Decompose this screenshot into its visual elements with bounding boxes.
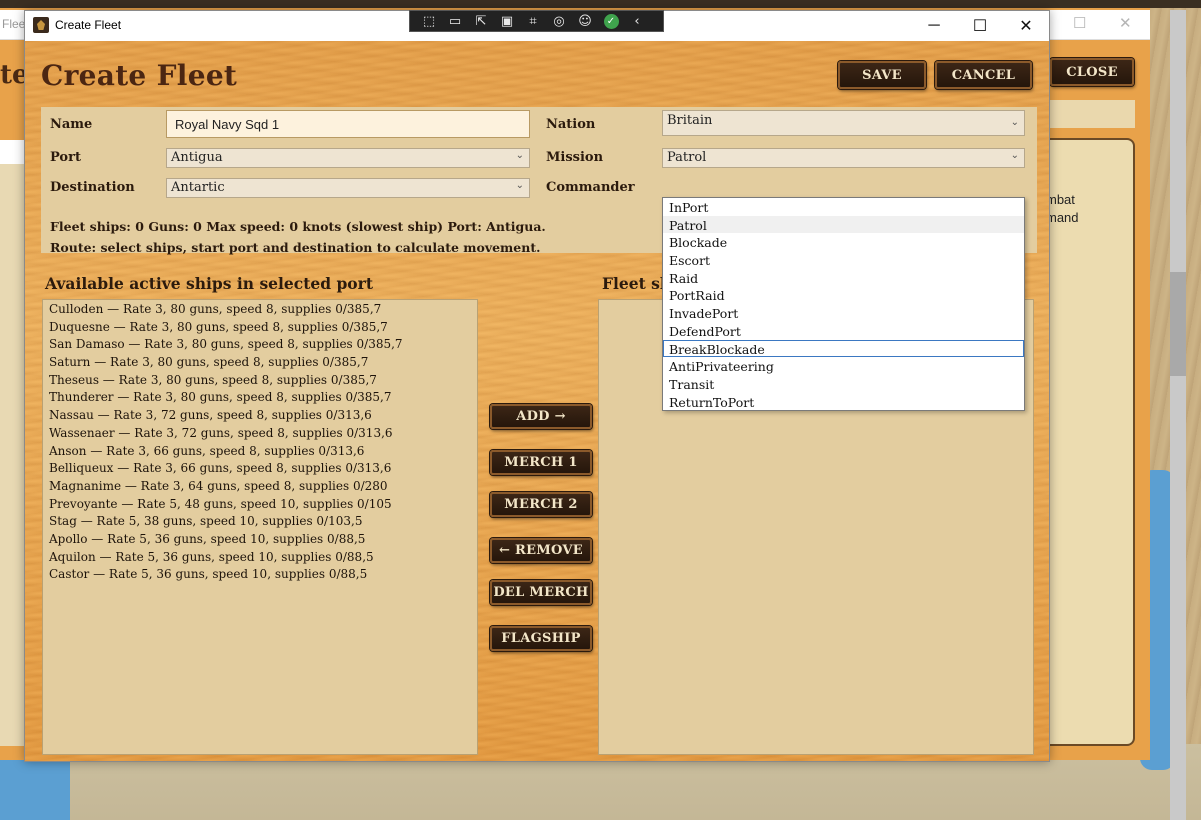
ship-row[interactable]: Wassenaer — Rate 3, 72 guns, speed 8, su… [43, 425, 477, 443]
mission-option-escort[interactable]: Escort [663, 251, 1024, 269]
page-title: Create Fleet [41, 59, 238, 92]
recording-toolbar: ⬚ ▭ ⇱ ▣ ⌗ ◎ ☺ ✓ ‹ [409, 10, 664, 32]
background-left-row [0, 140, 25, 164]
mission-option-patrol[interactable]: Patrol [663, 215, 1024, 234]
mission-dropdown[interactable]: InPort Patrol Blockade Escort Raid PortRaid In… [662, 197, 1025, 411]
mission-option-raid[interactable]: Raid [663, 269, 1024, 287]
ship-row[interactable]: Castor — Rate 5, 36 guns, speed 10, supp… [43, 566, 477, 584]
name-input[interactable]: Royal Navy Sqd 1 [166, 110, 530, 138]
ship-row[interactable]: Anson — Rate 3, 66 guns, speed 8, suppli… [43, 443, 477, 461]
ship-row[interactable]: Belliqueux — Rate 3, 66 guns, speed 8, s… [43, 460, 477, 478]
top-strip [0, 0, 1201, 8]
maximize-button[interactable]: ☐ [957, 11, 1003, 41]
ship-row[interactable]: Culloden — Rate 3, 80 guns, speed 8, sup… [43, 301, 477, 319]
nation-label: Nation [546, 117, 596, 132]
ship-row[interactable]: Duquesne — Rate 3, 80 guns, speed 8, sup… [43, 319, 477, 337]
del-merch-button[interactable]: DEL MERCH [490, 580, 592, 605]
background-bar [1040, 100, 1135, 128]
name-label: Name [50, 117, 93, 132]
chevron-down-icon: ⌄ [1010, 150, 1019, 161]
mission-select[interactable]: Patrol ⌄ [662, 148, 1025, 168]
mission-label: Mission [546, 150, 604, 165]
save-button[interactable]: SAVE [838, 61, 926, 89]
port-select[interactable]: Antigua ⌄ [166, 148, 530, 168]
route-info: Route: select ships, start port and dest… [50, 240, 541, 255]
video-icon[interactable]: ▭ [442, 11, 468, 31]
mission-value: Patrol [667, 150, 707, 165]
background-pane [1040, 138, 1135, 746]
background-maximize-icon: ☐ [1073, 15, 1087, 32]
mission-option-returntoport[interactable]: ReturnToPort [663, 393, 1024, 411]
port-label: Port [50, 150, 81, 165]
background-close-icon: ✕ [1119, 15, 1132, 32]
commander-label: Commander [546, 180, 635, 195]
mission-option-inport[interactable]: InPort [663, 198, 1024, 216]
mission-option-breakblockade[interactable]: BreakBlockade [663, 339, 1024, 358]
mission-option-invadeport[interactable]: InvadePort [663, 304, 1024, 322]
cancel-button[interactable]: CANCEL [935, 61, 1032, 89]
background-sea-left [0, 760, 70, 820]
ship-row[interactable]: San Damaso — Rate 3, 80 guns, speed 8, s… [43, 336, 477, 354]
nation-select[interactable]: Britain ⌄ [662, 110, 1025, 136]
ok-check-icon[interactable]: ✓ [598, 11, 624, 31]
ship-row[interactable]: Nassau — Rate 3, 72 guns, speed 8, suppl… [43, 407, 477, 425]
merch-1-button[interactable]: MERCH 1 [490, 450, 592, 475]
frame-icon[interactable]: ▣ [494, 11, 520, 31]
port-value: Antigua [171, 150, 223, 165]
background-pane-text: mbat [1046, 192, 1075, 207]
minimize-button[interactable]: ─ [911, 11, 957, 41]
destination-label: Destination [50, 180, 135, 195]
destination-value: Antartic [171, 180, 225, 195]
available-ships-title: Available active ships in selected port [45, 274, 373, 293]
destination-select[interactable]: Antartic ⌄ [166, 178, 530, 198]
remove-ship-button[interactable]: ← REMOVE [490, 538, 592, 563]
available-ships-rows: Culloden — Rate 3, 80 guns, speed 8, sup… [43, 300, 477, 584]
create-fleet-window: Create Fleet ─ ☐ ✕ Create Fleet SAVE CAN… [24, 10, 1050, 762]
close-icon: ✕ [1019, 18, 1033, 35]
flagship-button[interactable]: FLAGSHIP [490, 626, 592, 651]
mission-option-antiprivateering[interactable]: AntiPrivateering [663, 357, 1024, 375]
ship-row[interactable]: Magnanime — Rate 3, 64 guns, speed 8, su… [43, 478, 477, 496]
mission-option-blockade[interactable]: Blockade [663, 233, 1024, 251]
available-ships-list[interactable]: Culloden — Rate 3, 80 guns, speed 8, sup… [42, 299, 478, 755]
collapse-icon[interactable]: ‹ [624, 11, 650, 31]
mission-options: InPort Patrol Blockade Escort Raid PortRaid In… [663, 198, 1024, 410]
accessibility-icon[interactable]: ☺ [572, 11, 598, 31]
broadcast-icon[interactable]: ◎ [546, 11, 572, 31]
ship-row[interactable]: Apollo — Rate 5, 36 guns, speed 10, supp… [43, 531, 477, 549]
screen-region-icon[interactable]: ⌗ [520, 11, 546, 31]
chevron-down-icon: ⌄ [515, 150, 524, 161]
fleet-ships-title: Fleet sh [602, 274, 672, 293]
merch-2-button[interactable]: MERCH 2 [490, 492, 592, 517]
background-scrollbar-thumb[interactable] [1170, 272, 1186, 376]
background-pane-text: mand [1046, 210, 1079, 225]
ship-row[interactable]: Saturn — Rate 3, 80 guns, speed 8, suppl… [43, 354, 477, 372]
ship-row[interactable]: Stag — Rate 5, 38 guns, speed 10, suppli… [43, 513, 477, 531]
ship-row[interactable]: Thunderer — Rate 3, 80 guns, speed 8, su… [43, 389, 477, 407]
maximize-icon: ☐ [972, 18, 988, 35]
background-close-button[interactable]: CLOSE [1050, 58, 1134, 86]
background-left-panel [0, 140, 25, 746]
cursor-select-icon[interactable]: ⬚ [416, 11, 442, 31]
mission-option-defendport[interactable]: DefendPort [663, 322, 1024, 340]
close-button[interactable]: ✕ [1003, 11, 1049, 41]
ship-row[interactable]: Aquilon — Rate 5, 36 guns, speed 10, sup… [43, 549, 477, 567]
mission-option-portraid[interactable]: PortRaid [663, 286, 1024, 304]
ship-row[interactable]: Theseus — Rate 3, 80 guns, speed 8, supp… [43, 372, 477, 390]
app-icon [33, 17, 49, 33]
mission-option-transit[interactable]: Transit [663, 375, 1024, 393]
background-title: Flee [2, 17, 26, 31]
ship-row[interactable]: Prevoyante — Rate 5, 48 guns, speed 10, … [43, 496, 477, 514]
pointer-icon[interactable]: ⇱ [468, 11, 494, 31]
chevron-down-icon: ⌄ [515, 180, 524, 191]
fleet-summary: Fleet ships: 0 Guns: 0 Max speed: 0 knot… [50, 219, 546, 234]
nation-value: Britain [667, 113, 713, 128]
add-ship-button[interactable]: ADD → [490, 404, 592, 429]
minimize-icon: ─ [928, 17, 940, 34]
dialog-content: Create Fleet SAVE CANCEL Name Royal Navy… [25, 41, 1049, 761]
chevron-down-icon: ⌄ [1010, 117, 1019, 128]
window-title: Create Fleet [55, 18, 122, 32]
background-scrollbar[interactable] [1170, 10, 1186, 820]
